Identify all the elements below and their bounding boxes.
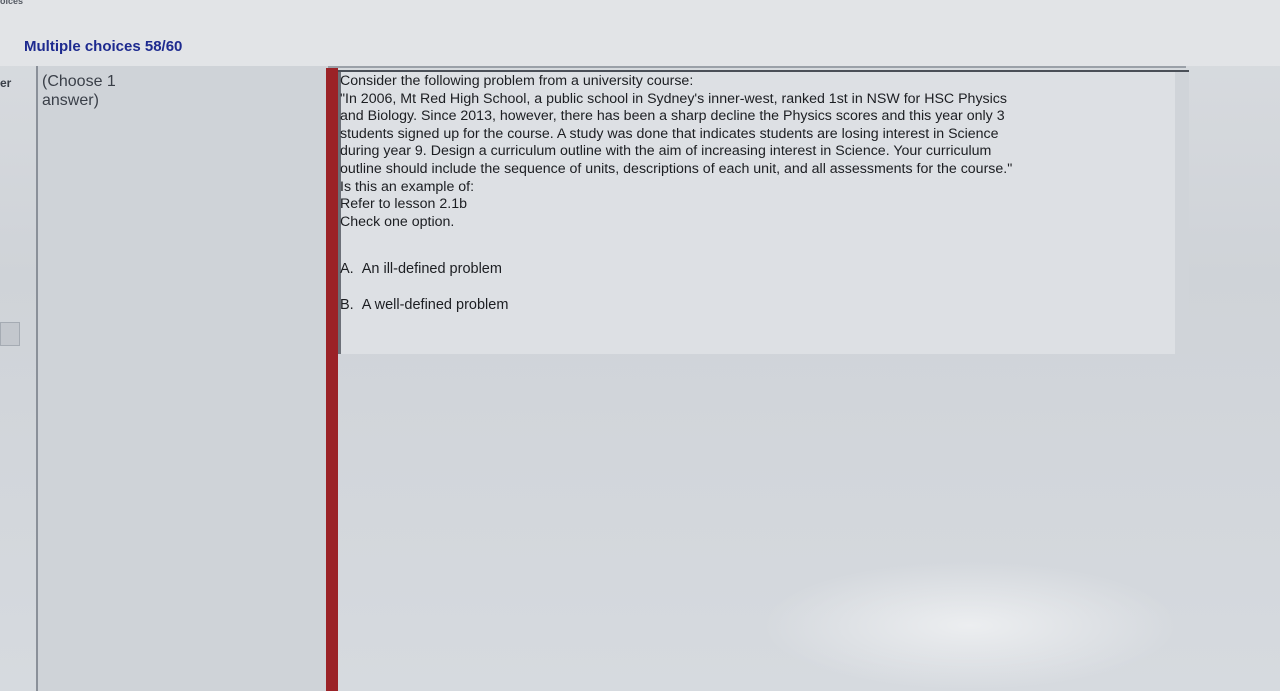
question-line: outline should include the sequence of u…	[340, 160, 1013, 177]
question-line: Check one option.	[340, 213, 455, 230]
question-panel-right-edge	[1175, 72, 1189, 354]
side-widget[interactable]	[0, 322, 20, 346]
header-bar	[0, 0, 1280, 66]
question-line: and Biology. Since 2013, however, there …	[340, 108, 1005, 125]
question-line: students signed up for the course. A stu…	[340, 125, 999, 142]
choose-instruction-line-2: answer)	[42, 92, 99, 109]
question-line: Is this an example of:	[340, 178, 475, 195]
header-fragment: oices	[0, 0, 24, 6]
instruction-column	[36, 66, 328, 691]
left-edge-fragment: er	[0, 76, 12, 90]
question-line: during year 9. Design a curriculum outli…	[340, 143, 992, 160]
choose-instruction: (Choose 1 answer)	[42, 72, 152, 110]
option-a[interactable]: A. An ill-defined problem	[340, 261, 502, 277]
choose-instruction-line-1: (Choose 1	[42, 73, 116, 90]
option-b-text: A well-defined problem	[361, 297, 509, 313]
question-line: "In 2006, Mt Red High School, a public s…	[340, 90, 1007, 107]
section-title: Multiple choices 58/60	[24, 38, 183, 55]
question-line: Refer to lesson 2.1b	[340, 196, 467, 213]
option-a-text: An ill-defined problem	[361, 261, 502, 277]
screen-glare	[760, 560, 1180, 691]
option-b-letter: B.	[340, 297, 354, 313]
option-a-letter: A.	[340, 261, 354, 277]
question-text: Consider the following problem from a un…	[340, 73, 1160, 231]
current-question-marker	[326, 68, 338, 691]
option-b[interactable]: B. A well-defined problem	[340, 297, 508, 313]
question-line: Consider the following problem from a un…	[340, 73, 694, 89]
